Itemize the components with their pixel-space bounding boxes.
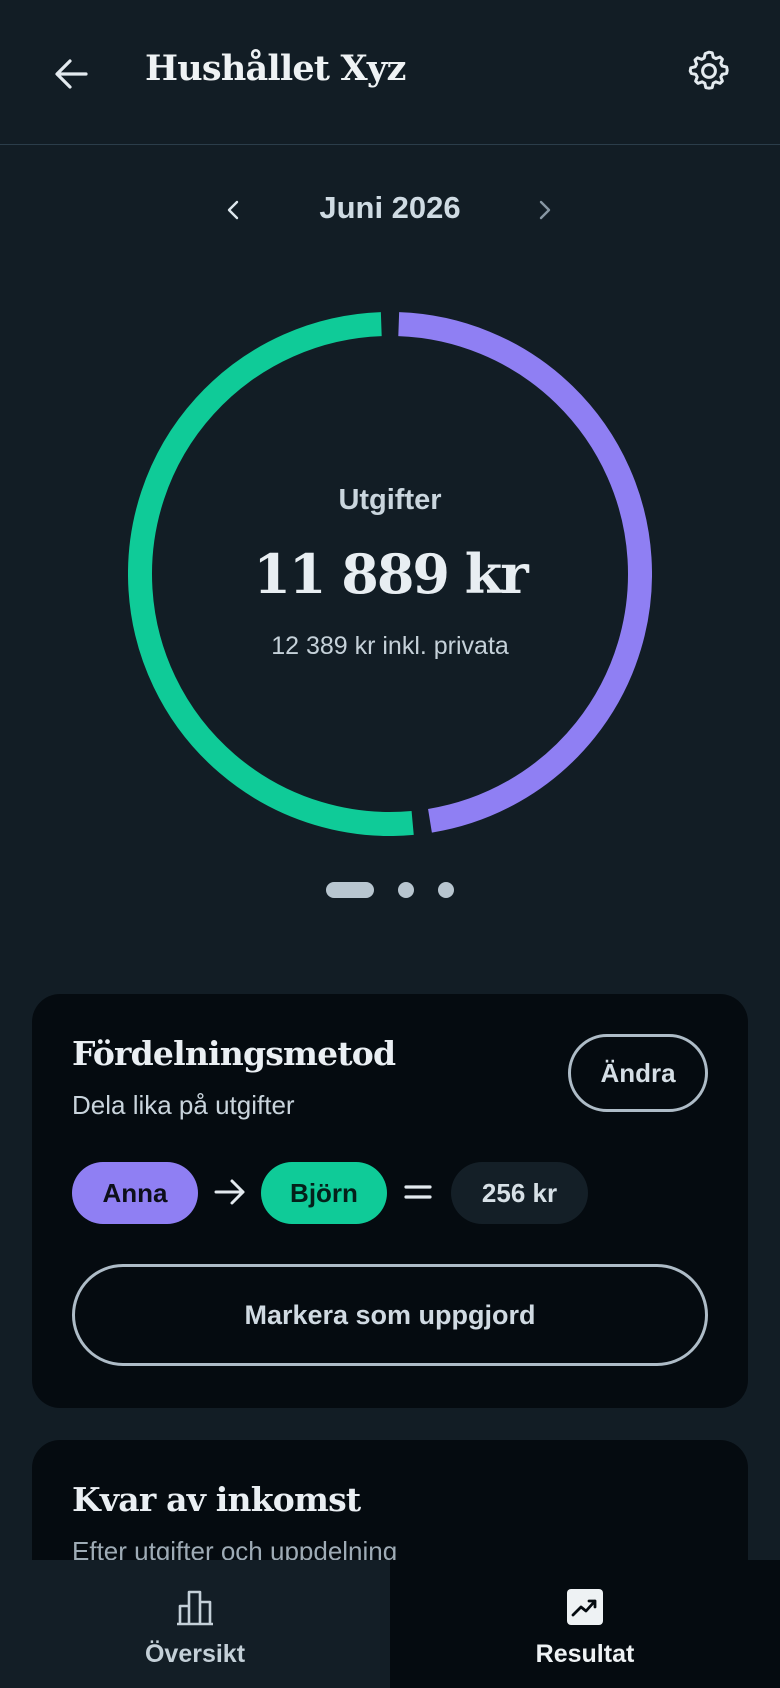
equals-icon [404, 1185, 432, 1199]
next-month-button[interactable] [526, 192, 562, 228]
expense-including-private: 12 389 kr inkl. privata [271, 632, 509, 660]
pager-dot-3[interactable] [438, 882, 454, 898]
arrow-left-icon [55, 59, 88, 89]
tab-resultat-label: Resultat [535, 1640, 635, 1668]
tab-resultat[interactable]: Resultat [390, 1560, 780, 1688]
bottom-navigation: Översikt Resultat [0, 1560, 780, 1688]
split-method-subtitle: Dela lika på utgifter [72, 1090, 295, 1120]
settings-button[interactable] [684, 46, 734, 96]
month-label: Juni 2026 [319, 190, 461, 225]
trending-up-icon [567, 1589, 603, 1625]
tab-oversikt-label: Översikt [144, 1640, 246, 1668]
expense-total: 11 889 kr [253, 542, 528, 606]
change-method-button[interactable]: Ändra [568, 1034, 708, 1112]
split-method-card: Fördelningsmetod Dela lika på utgifter Ä… [32, 994, 748, 1408]
settlement-amount: 256 kr [451, 1162, 588, 1224]
app-header: Hushållet Xyz [0, 0, 780, 145]
donut-center: Utgifter 11 889 kr 12 389 kr inkl. priva… [128, 312, 652, 836]
bar-chart-icon [177, 1590, 213, 1626]
month-navigator: Juni 2026 [0, 180, 780, 240]
remaining-income-title: Kvar av inkomst [72, 1480, 361, 1519]
carousel-pager [326, 882, 478, 898]
pager-dot-1[interactable] [326, 882, 374, 898]
page-title: Hushållet Xyz [145, 48, 406, 89]
arrow-right-icon [214, 1179, 245, 1205]
payer-chip: Anna [72, 1162, 198, 1224]
gear-icon [688, 50, 729, 90]
pager-dot-2[interactable] [398, 882, 414, 898]
mark-settled-button[interactable]: Markera som uppgjord [72, 1264, 708, 1366]
chevron-right-icon [539, 200, 551, 220]
back-button[interactable] [50, 52, 94, 96]
expense-label: Utgifter [338, 484, 442, 516]
tab-oversikt[interactable]: Översikt [0, 1560, 390, 1688]
split-method-title: Fördelningsmetod [72, 1034, 396, 1073]
payee-chip: Björn [261, 1162, 387, 1224]
